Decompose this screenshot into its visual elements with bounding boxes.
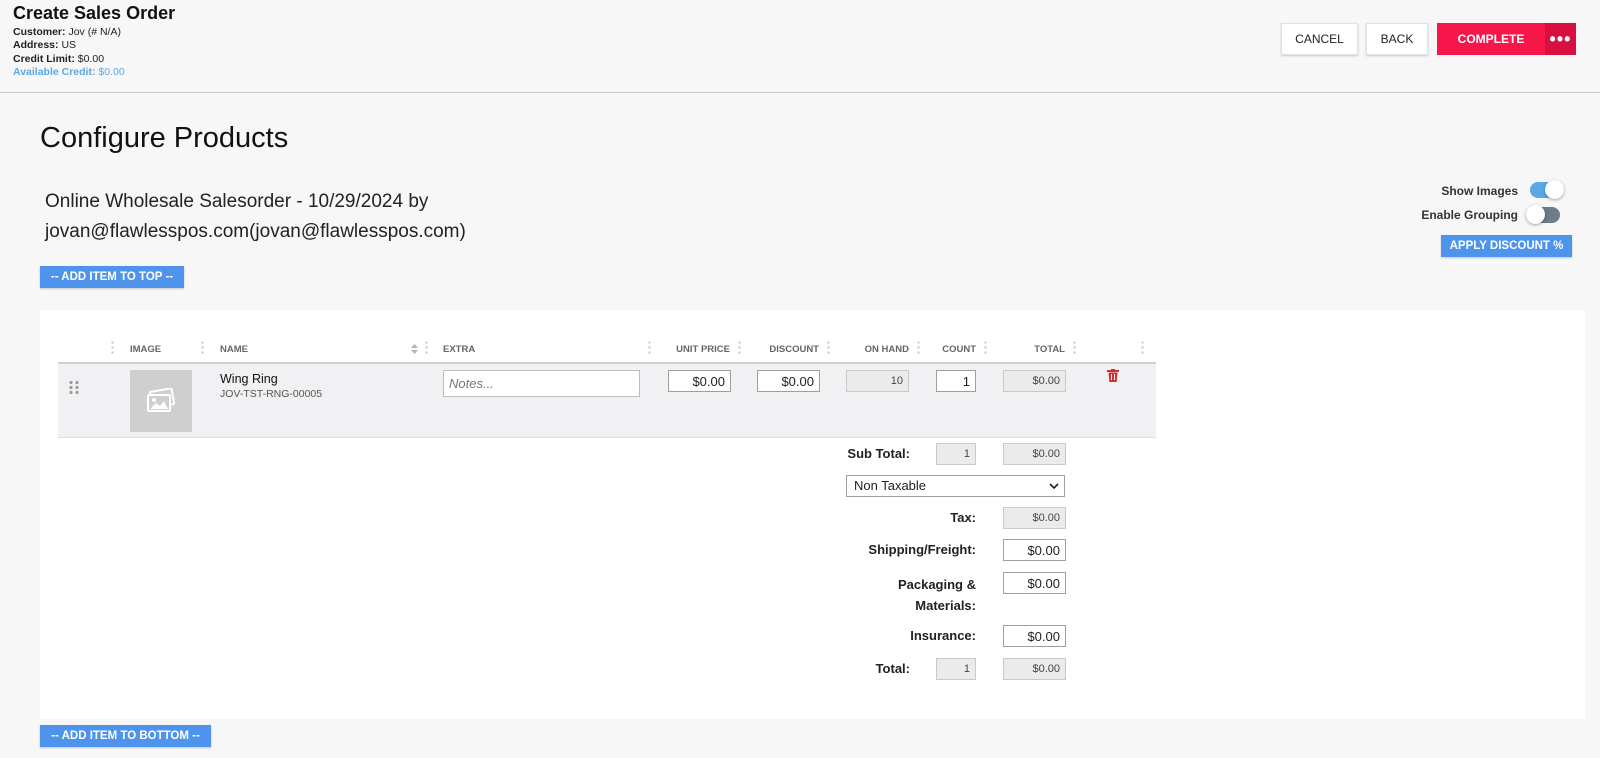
column-resizer[interactable] <box>1073 340 1076 356</box>
on-hand-value: 10 <box>846 370 909 392</box>
column-resizer[interactable] <box>111 340 114 356</box>
address-value: US <box>61 39 77 51</box>
subtotal-label: Sub Total: <box>847 446 910 461</box>
discount-input[interactable] <box>757 370 820 392</box>
more-icon: ••• <box>1549 28 1572 49</box>
column-header-extra[interactable]: EXTRA <box>443 344 475 355</box>
column-header-unit-price[interactable]: UNIT PRICE <box>660 344 730 355</box>
order-title: Online Wholesale Salesorder - 10/29/2024… <box>45 187 466 247</box>
notes-input[interactable] <box>443 370 640 397</box>
column-resizer[interactable] <box>984 340 987 356</box>
more-options-button[interactable]: ••• <box>1545 23 1576 55</box>
page-header: Create Sales Order Customer: Jov (# N/A)… <box>0 0 1600 93</box>
product-image-placeholder <box>130 370 192 432</box>
drag-handle-icon[interactable] <box>68 380 80 394</box>
row-total-value: $0.00 <box>1003 370 1066 392</box>
unit-price-input[interactable] <box>668 370 731 392</box>
insurance-label: Insurance: <box>910 628 976 643</box>
sort-icon[interactable] <box>411 344 418 354</box>
back-button[interactable]: BACK <box>1366 23 1428 55</box>
add-item-to-bottom-button[interactable]: -- ADD ITEM TO BOTTOM -- <box>40 725 211 747</box>
product-name: Wing Ring <box>220 372 278 386</box>
toggle-knob <box>1545 180 1564 199</box>
packaging-label-line1: Packaging & <box>897 577 976 592</box>
shipping-label: Shipping/Freight: <box>868 542 976 557</box>
available-credit-value: $0.00 <box>98 66 125 78</box>
order-title-line2: jovan@flawlesspos.com(jovan@flawlesspos.… <box>45 221 466 242</box>
show-images-toggle[interactable] <box>1530 180 1564 199</box>
tax-select[interactable]: Non Taxable <box>846 475 1065 497</box>
complete-button[interactable]: COMPLETE <box>1437 23 1545 55</box>
column-header-discount[interactable]: DISCOUNT <box>750 344 819 355</box>
count-input[interactable] <box>936 370 976 392</box>
address-info: Address: US <box>13 39 76 51</box>
page-header-title: Create Sales Order <box>13 3 176 23</box>
column-resizer[interactable] <box>201 340 204 356</box>
tax-select-value: Non Taxable <box>854 478 927 493</box>
available-credit-info: Available Credit: $0.00 <box>13 66 125 78</box>
trash-icon[interactable] <box>1107 369 1119 382</box>
apply-discount-button[interactable]: APPLY DISCOUNT % <box>1441 235 1572 257</box>
total-label: Total: <box>875 661 910 676</box>
page-title: Configure Products <box>40 122 289 154</box>
customer-value: Jov (# N/A) <box>68 26 121 38</box>
tax-amount: $0.00 <box>1003 507 1066 529</box>
column-resizer[interactable] <box>827 340 830 356</box>
insurance-input[interactable] <box>1003 625 1066 647</box>
available-credit-label: Available Credit: <box>13 66 96 78</box>
cancel-button[interactable]: CANCEL <box>1281 23 1358 55</box>
column-header-total[interactable]: TOTAL <box>1000 344 1065 355</box>
toggle-knob <box>1526 205 1545 224</box>
total-amount: $0.00 <box>1003 658 1066 680</box>
credit-limit-info: Credit Limit: $0.00 <box>13 53 104 65</box>
column-resizer[interactable] <box>917 340 920 356</box>
add-item-to-top-button[interactable]: -- ADD ITEM TO TOP -- <box>40 266 184 288</box>
packaging-label: Packaging & Materials: <box>820 574 976 616</box>
shipping-input[interactable] <box>1003 539 1066 561</box>
chevron-down-icon <box>1049 483 1059 490</box>
packaging-input[interactable] <box>1003 572 1066 594</box>
image-icon <box>147 388 176 412</box>
show-images-label: Show Images <box>1441 184 1518 198</box>
credit-limit-value: $0.00 <box>77 53 105 65</box>
column-resizer[interactable] <box>425 340 428 356</box>
address-label: Address: <box>13 39 59 51</box>
credit-limit-label: Credit Limit: <box>13 53 75 65</box>
column-header-count[interactable]: COUNT <box>930 344 976 355</box>
subtotal-amount: $0.00 <box>1003 443 1066 465</box>
column-header-on-hand[interactable]: ON HAND <box>840 344 909 355</box>
enable-grouping-label: Enable Grouping <box>1421 208 1518 222</box>
enable-grouping-toggle[interactable] <box>1526 205 1560 224</box>
total-count: 1 <box>936 658 976 680</box>
column-header-image[interactable]: IMAGE <box>130 344 161 355</box>
column-resizer[interactable] <box>1141 340 1144 356</box>
order-title-line1: Online Wholesale Salesorder - 10/29/2024… <box>45 191 429 212</box>
column-resizer[interactable] <box>648 340 651 356</box>
column-resizer[interactable] <box>738 340 741 356</box>
customer-info: Customer: Jov (# N/A) <box>13 26 121 38</box>
product-sku: JOV-TST-RNG-00005 <box>220 388 323 400</box>
subtotal-count: 1 <box>936 443 976 465</box>
column-header-name[interactable]: NAME <box>220 344 248 355</box>
tax-label: Tax: <box>950 510 976 525</box>
packaging-label-line2: Materials: <box>915 598 976 613</box>
customer-label: Customer: <box>13 26 66 38</box>
